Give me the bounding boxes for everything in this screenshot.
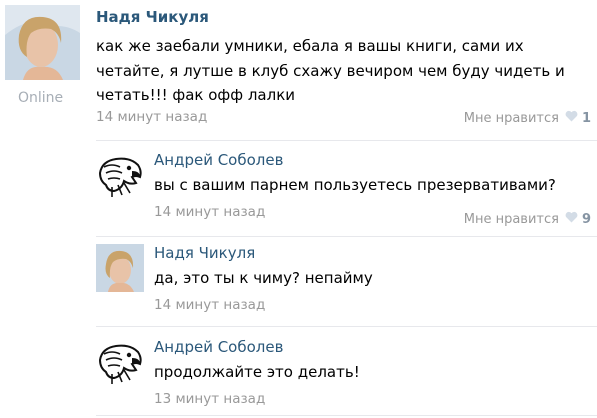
post-author-name[interactable]: Надя Чикуля	[96, 8, 209, 26]
comment-timestamp[interactable]: 14 минут назад	[154, 204, 265, 220]
like-label: Мне нравится	[463, 211, 559, 227]
post-text: как же заебали умники, ебала я вашы книг…	[96, 34, 576, 108]
comment-author-name[interactable]: Андрей Соболев	[154, 151, 283, 169]
divider	[96, 140, 597, 141]
comment-text: вы с вашим парнем пользуетесь презервати…	[154, 176, 556, 194]
post-text-line: четайте, я лутше в клуб схажу вечиром че…	[96, 61, 565, 80]
heart-icon	[565, 211, 578, 227]
post-like-button[interactable]: Мне нравится 1	[464, 110, 591, 126]
divider	[96, 236, 597, 237]
comment-author-name[interactable]: Надя Чикуля	[154, 244, 255, 262]
divider	[96, 326, 597, 327]
heart-icon	[565, 110, 578, 126]
author-avatar[interactable]	[5, 5, 80, 80]
comment: Надя Чикуля да, это ты к чиму? непайму 1…	[96, 244, 597, 324]
online-status: Online	[18, 90, 64, 106]
wall-post: Online Надя Чикуля как же заебали умники…	[0, 0, 597, 140]
comment-text: да, это ты к чиму? непайму	[154, 269, 373, 287]
comment-author-name[interactable]: Андрей Соболев	[154, 338, 283, 356]
like-count: 9	[581, 211, 591, 227]
post-timestamp[interactable]: 14 минут назад	[96, 109, 207, 125]
like-label: Мне нравится	[463, 110, 559, 126]
commenter-avatar[interactable]	[96, 338, 144, 386]
post-text-line: четать!!! фак офф лалки	[96, 86, 296, 104]
comment-timestamp[interactable]: 14 минут назад	[154, 297, 265, 313]
comment: Андрей Соболев продолжайте это делать! 1…	[96, 338, 597, 416]
comment-like-button[interactable]: Мне нравится 9	[464, 211, 591, 227]
comment-timestamp[interactable]: 13 минут назад	[154, 391, 265, 407]
comment-text: продолжайте это делать!	[154, 363, 360, 381]
comment: Андрей Соболев вы с вашим парнем пользуе…	[96, 151, 597, 236]
commenter-avatar[interactable]	[96, 244, 144, 292]
commenter-avatar[interactable]	[96, 151, 144, 199]
divider	[96, 415, 597, 416]
post-text-line: как же заебали умники, ебала я вашы книг…	[96, 37, 524, 55]
like-count: 1	[581, 110, 591, 126]
